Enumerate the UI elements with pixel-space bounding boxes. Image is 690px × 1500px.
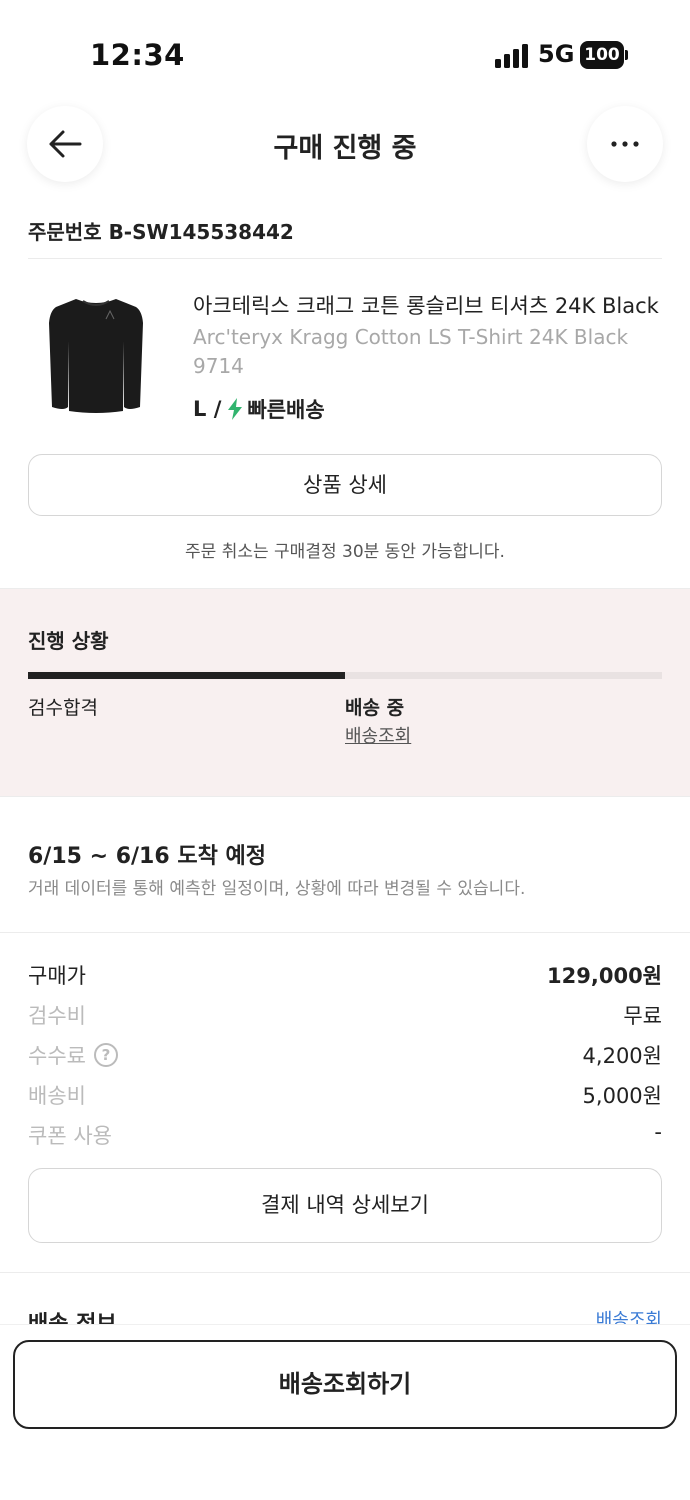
price-label: 수수료 [28,1044,86,1068]
progress-bar [28,672,662,679]
lightning-icon [228,398,243,420]
bottom-action-bar: 배송조회하기 [0,1324,690,1500]
price-value: 129,000원 [547,964,662,988]
price-label: 검수비 [28,1004,86,1028]
status-time: 12:34 [90,38,185,72]
arrival-estimate: 6/15 ~ 6/16 도착 예정 [28,844,266,869]
payment-detail-button[interactable]: 결제 내역 상세보기 [28,1168,662,1243]
price-label: 구매가 [28,964,86,988]
product-detail-button[interactable]: 상품 상세 [28,454,662,516]
battery-icon: 100 [580,41,628,69]
progress-fill [28,672,345,679]
price-row-coupon: 쿠폰 사용 - [28,1120,662,1150]
progress-section: 진행 상황 검수합격 배송 중 배송조회 [0,588,690,797]
step-inspection-passed: 검수합격 [28,697,98,719]
price-row-shipping: 배송비 5,000원 [28,1080,662,1110]
network-label: 5G [538,40,575,68]
price-label-wrap: 수수료 ? [28,1040,118,1070]
more-button[interactable] [587,106,663,182]
price-value: 무료 [623,1004,662,1028]
price-row-fee: 수수료 ? 4,200원 [28,1040,662,1070]
status-bar: 12:34 5G 100 [0,0,690,110]
price-label: 쿠폰 사용 [28,1124,112,1148]
track-delivery-button[interactable]: 배송조회하기 [13,1340,677,1429]
divider [0,1272,690,1273]
divider [0,932,690,933]
more-horizontal-icon [611,141,639,147]
product-option: L / 빠른배송 [193,394,325,424]
price-row-inspection: 검수비 무료 [28,1000,662,1030]
product-size: L / [193,397,222,421]
price-value: - [654,1120,662,1144]
tshirt-image [49,299,143,413]
price-value: 5,000원 [582,1084,662,1108]
price-label: 배송비 [28,1084,86,1108]
product-name: 아크테릭스 크래그 코튼 롱슬리브 티셔츠 24K Black [193,294,659,318]
progress-title: 진행 상황 [28,629,109,653]
product-english-name: Arc'teryx Kragg Cotton LS T-Shirt 24K Bl… [193,325,629,378]
product-image [28,283,164,419]
price-value: 4,200원 [582,1044,662,1068]
order-number: 주문번호 B-SW145538442 [28,220,294,244]
divider [28,258,662,259]
cancel-note: 주문 취소는 구매결정 30분 동안 가능합니다. [185,542,505,562]
track-delivery-link[interactable]: 배송조회 [345,722,411,748]
shipping-type: 빠른배송 [247,398,325,422]
signal-icon [495,44,528,68]
step-shipping: 배송 중 [345,697,405,719]
help-icon[interactable]: ? [93,1043,118,1067]
price-row-purchase: 구매가 129,000원 [28,960,662,990]
battery-level: 100 [580,41,624,69]
arrival-note: 거래 데이터를 통해 예측한 일정이며, 상황에 따라 변경될 수 있습니다. [28,879,526,899]
